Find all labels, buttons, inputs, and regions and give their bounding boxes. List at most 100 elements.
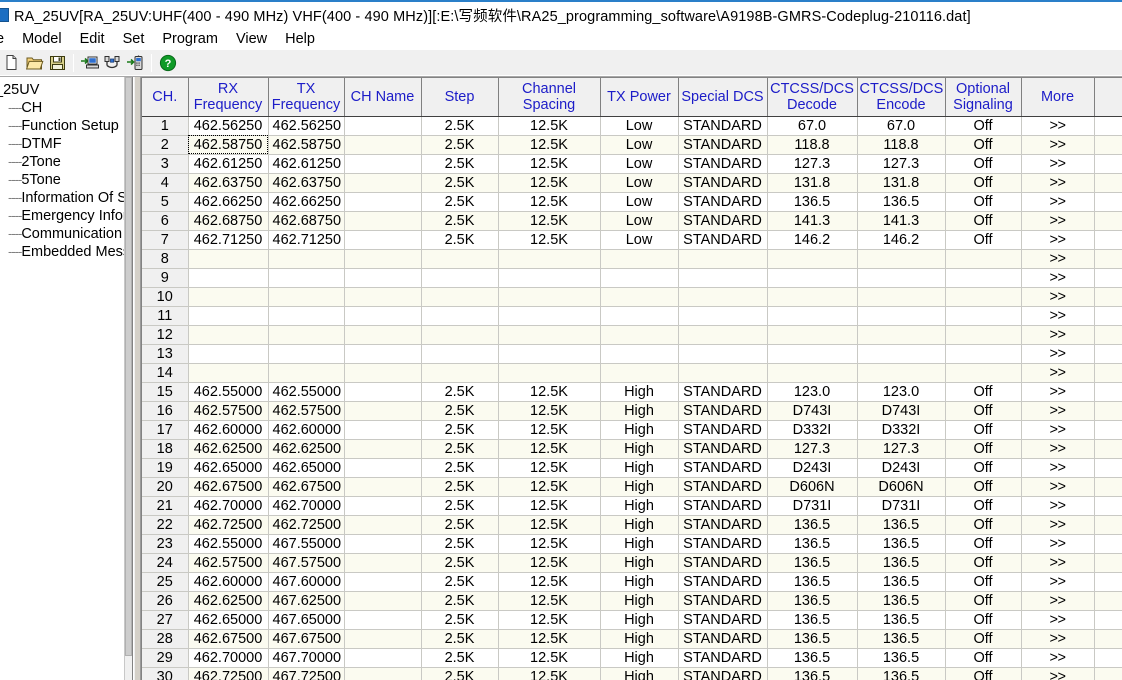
cell-name[interactable] — [344, 344, 422, 364]
cell-dec[interactable]: 141.3 — [767, 211, 858, 231]
cell-step[interactable]: 2.5K — [421, 154, 499, 174]
cell-dec[interactable]: 127.3 — [767, 439, 858, 459]
cell-rx[interactable]: 462.60000 — [188, 420, 269, 440]
cell-opt[interactable]: Off — [945, 458, 1022, 478]
cell-sdcs[interactable]: STANDARD — [678, 439, 768, 459]
cell-space[interactable]: 12.5K — [498, 211, 601, 231]
table-row[interactable]: 9 >> — [142, 268, 1122, 288]
cell-space[interactable] — [498, 306, 601, 326]
cell-tx[interactable] — [268, 344, 345, 364]
cell-enc[interactable]: 136.5 — [857, 667, 946, 680]
cell-rx[interactable]: 462.72500 — [188, 667, 269, 680]
extra-cell[interactable] — [1094, 325, 1122, 345]
cell-space[interactable]: 12.5K — [498, 420, 601, 440]
more-cell[interactable]: >> — [1021, 477, 1095, 497]
cell-space[interactable]: 12.5K — [498, 572, 601, 592]
cell-dec[interactable]: 127.3 — [767, 154, 858, 174]
cell-enc[interactable]: 136.5 — [857, 648, 946, 668]
cell-rx[interactable]: 462.57500 — [188, 401, 269, 421]
cell-name[interactable] — [344, 135, 422, 155]
cell-space[interactable]: 12.5K — [498, 382, 601, 402]
write-to-radio-icon[interactable] — [124, 52, 147, 74]
cell-enc[interactable] — [857, 249, 946, 269]
cell-enc[interactable]: 146.2 — [857, 230, 946, 250]
cell-dec[interactable]: 136.5 — [767, 610, 858, 630]
extra-cell[interactable] — [1094, 458, 1122, 478]
table-row[interactable]: 11 >> — [142, 306, 1122, 326]
cell-enc[interactable]: D743I — [857, 401, 946, 421]
cell-pow[interactable]: Low — [600, 135, 679, 155]
cell-enc[interactable]: D332I — [857, 420, 946, 440]
cell-tx[interactable]: 462.68750 — [268, 211, 345, 231]
row-header-cell[interactable]: 9 — [142, 268, 189, 288]
cell-tx[interactable]: 462.61250 — [268, 154, 345, 174]
channel-grid-container[interactable]: CH. RX Frequency TX Frequency CH Name St… — [141, 77, 1122, 680]
cell-opt[interactable] — [945, 268, 1022, 288]
table-row[interactable]: 29 462.70000 467.70000 2.5K 12.5K High STANDAR… — [142, 648, 1122, 668]
cell-name[interactable] — [344, 401, 422, 421]
cell-enc[interactable] — [857, 306, 946, 326]
cell-step[interactable]: 2.5K — [421, 173, 499, 193]
cell-rx[interactable]: 462.65000 — [188, 458, 269, 478]
cell-pow[interactable] — [600, 306, 679, 326]
cell-step[interactable] — [421, 344, 499, 364]
cell-name[interactable] — [344, 496, 422, 516]
read-from-radio-icon[interactable] — [78, 52, 101, 74]
more-cell[interactable]: >> — [1021, 515, 1095, 535]
cell-opt[interactable]: Off — [945, 629, 1022, 649]
cell-tx[interactable]: 462.72500 — [268, 515, 345, 535]
cell-pow[interactable]: High — [600, 382, 679, 402]
more-cell[interactable]: >> — [1021, 325, 1095, 345]
cell-step[interactable]: 2.5K — [421, 629, 499, 649]
cell-space[interactable]: 12.5K — [498, 230, 601, 250]
row-header-cell[interactable]: 13 — [142, 344, 189, 364]
row-header-cell[interactable]: 6 — [142, 211, 189, 231]
extra-cell[interactable] — [1094, 135, 1122, 155]
cell-rx[interactable] — [188, 268, 269, 288]
more-cell[interactable]: >> — [1021, 382, 1095, 402]
cell-name[interactable] — [344, 477, 422, 497]
more-cell[interactable]: >> — [1021, 629, 1095, 649]
cell-step[interactable]: 2.5K — [421, 610, 499, 630]
table-row[interactable]: 8 >> — [142, 249, 1122, 269]
cell-space[interactable]: 12.5K — [498, 173, 601, 193]
cell-step[interactable]: 2.5K — [421, 135, 499, 155]
more-cell[interactable]: >> — [1021, 249, 1095, 269]
cell-space[interactable] — [498, 287, 601, 307]
cell-dec[interactable]: 136.5 — [767, 629, 858, 649]
cell-space[interactable] — [498, 249, 601, 269]
cell-enc[interactable] — [857, 344, 946, 364]
cell-step[interactable]: 2.5K — [421, 648, 499, 668]
cell-dec[interactable]: 131.8 — [767, 173, 858, 193]
cell-sdcs[interactable]: STANDARD — [678, 458, 768, 478]
cell-dec[interactable]: 136.5 — [767, 648, 858, 668]
cell-opt[interactable]: Off — [945, 610, 1022, 630]
row-header-cell[interactable]: 14 — [142, 363, 189, 383]
cell-space[interactable]: 12.5K — [498, 401, 601, 421]
table-row[interactable]: 2 462.58750 462.58750 2.5K 12.5K Low STANDARD 1… — [142, 135, 1122, 155]
cell-rx[interactable]: 462.62500 — [188, 591, 269, 611]
col-header-channel-spacing[interactable]: Channel Spacing — [498, 78, 601, 117]
cell-sdcs[interactable]: STANDARD — [678, 154, 768, 174]
cell-enc[interactable] — [857, 268, 946, 288]
row-header-cell[interactable]: 17 — [142, 420, 189, 440]
tree-item-function-setup[interactable]: ----Function Setup — [0, 117, 132, 135]
col-header-tx-frequency[interactable]: TX Frequency — [268, 78, 345, 117]
cell-sdcs[interactable]: STANDARD — [678, 116, 768, 136]
cell-tx[interactable]: 462.63750 — [268, 173, 345, 193]
more-cell[interactable]: >> — [1021, 610, 1095, 630]
cell-opt[interactable] — [945, 363, 1022, 383]
cell-space[interactable]: 12.5K — [498, 496, 601, 516]
cell-name[interactable] — [344, 629, 422, 649]
cell-pow[interactable]: High — [600, 591, 679, 611]
cell-enc[interactable]: 136.5 — [857, 515, 946, 535]
tree-item-5tone[interactable]: ----5Tone — [0, 171, 132, 189]
table-row[interactable]: 19 462.65000 462.65000 2.5K 12.5K High STANDAR… — [142, 458, 1122, 478]
cell-pow[interactable] — [600, 363, 679, 383]
cell-dec[interactable]: 136.5 — [767, 553, 858, 573]
tree-item-dtmf[interactable]: ----DTMF — [0, 135, 132, 153]
cell-tx[interactable]: 462.60000 — [268, 420, 345, 440]
cell-step[interactable]: 2.5K — [421, 382, 499, 402]
more-cell[interactable]: >> — [1021, 363, 1095, 383]
cell-rx[interactable]: 462.67500 — [188, 629, 269, 649]
